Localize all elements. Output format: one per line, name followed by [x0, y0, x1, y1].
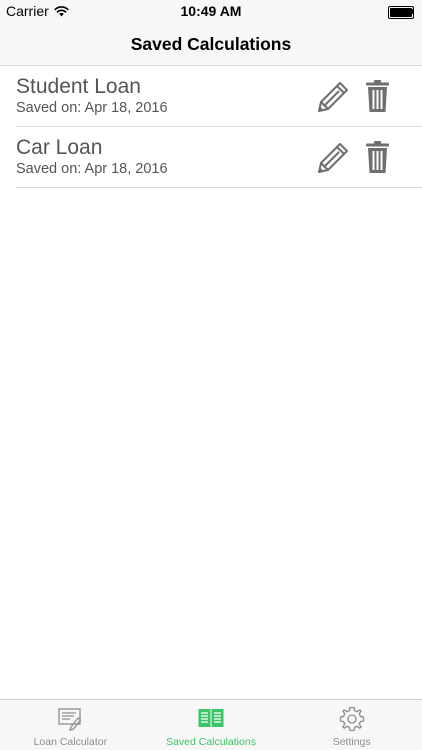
list-item[interactable]: Car Loan Saved on: Apr 18, 2016 — [0, 127, 422, 188]
pencil-icon[interactable] — [317, 141, 350, 174]
top-bar: Carrier 10:49 AM Saved Calculations — [0, 0, 422, 66]
open-book-icon — [198, 709, 224, 727]
gear-icon — [339, 706, 364, 732]
saved-date: Saved on: Apr 18, 2016 — [16, 100, 168, 116]
calculation-title: Car Loan — [16, 136, 103, 159]
tab-loan-calculator[interactable]: Loan Calculator — [0, 700, 141, 750]
page-title: Saved Calculations — [130, 34, 292, 54]
calculator-form-icon — [58, 708, 82, 731]
battery-icon — [388, 6, 414, 19]
tab-settings[interactable]: Settings — [281, 700, 422, 750]
tab-label: Loan Calculator — [33, 736, 108, 748]
tab-label: Settings — [332, 736, 371, 748]
tab-saved-calculations[interactable]: Saved Calculations — [141, 700, 282, 750]
trash-icon[interactable] — [365, 140, 390, 174]
pencil-icon[interactable] — [317, 80, 350, 113]
saved-calculations-list: Student Loan Saved on: Apr 18, 2016 Car … — [0, 66, 422, 188]
calculation-title: Student Loan — [16, 75, 141, 98]
trash-icon[interactable] — [365, 79, 390, 113]
tab-label: Saved Calculations — [166, 736, 256, 748]
tab-bar: Loan Calculator Saved Calculations Setti — [0, 699, 422, 750]
status-time: 10:49 AM — [180, 3, 242, 19]
saved-date: Saved on: Apr 18, 2016 — [16, 161, 168, 177]
list-item[interactable]: Student Loan Saved on: Apr 18, 2016 — [0, 66, 422, 127]
status-bar: Carrier 10:49 AM — [0, 0, 422, 22]
saved-calculations-screen: Carrier 10:49 AM Saved Calculations Stud… — [0, 0, 422, 750]
